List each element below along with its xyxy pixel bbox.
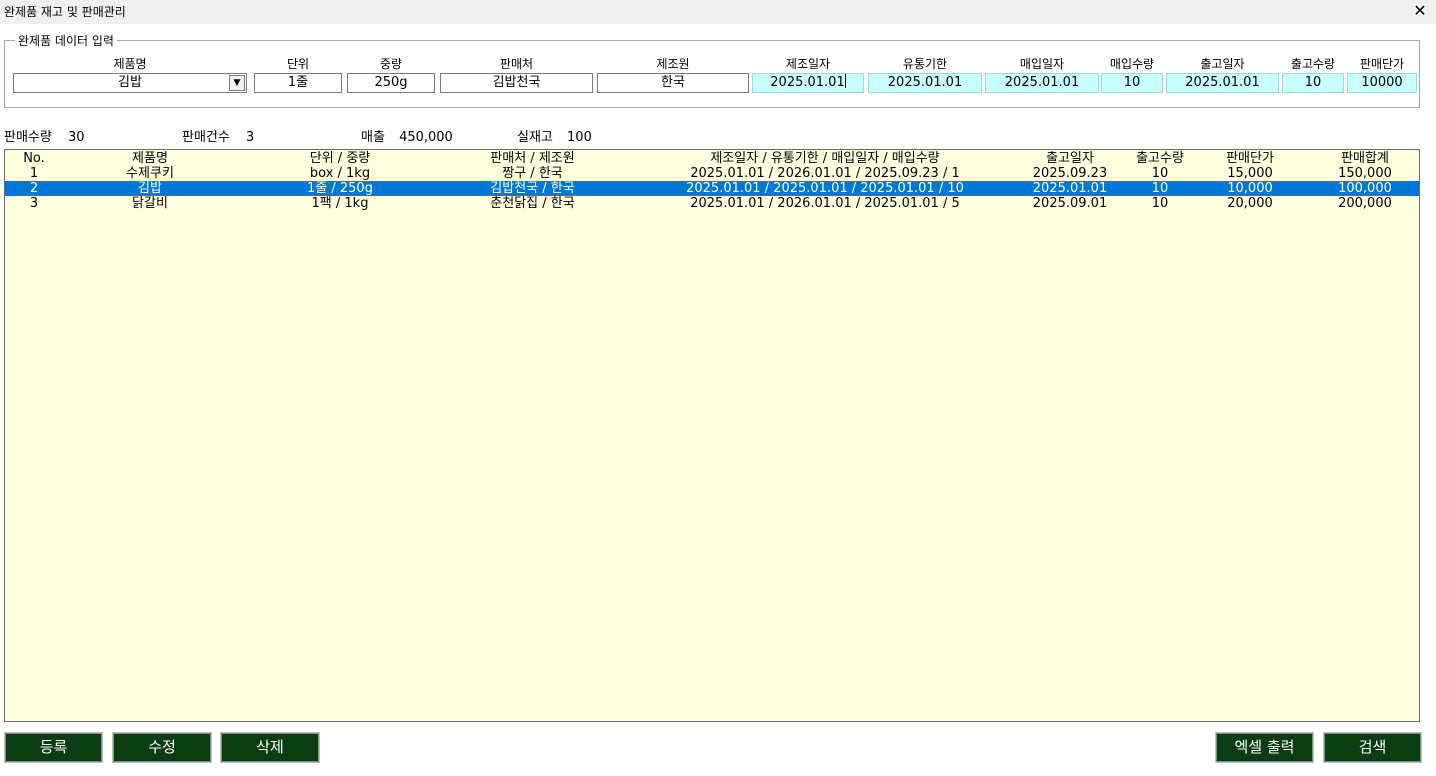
purchase-qty-input[interactable]: 10 <box>1101 73 1163 93</box>
cell-ship-qty: 10 <box>1151 166 1169 181</box>
edit-button[interactable]: 수정 <box>112 732 212 763</box>
cell-ship-date: 2025.09.23 <box>1032 166 1108 181</box>
cell-total: 100,000 <box>1338 181 1392 196</box>
ship-date-label: 출고일자 <box>1200 57 1245 71</box>
excel-export-button[interactable]: 엑셀 출력 <box>1215 732 1314 763</box>
mfg-date-input[interactable]: 2025.01.01 <box>752 73 864 93</box>
cell-dates: 2025.01.01 / 2026.01.01 / 2025.09.23 / 1 <box>690 166 960 181</box>
table-row-selected[interactable]: 2 김밥 1줄 / 250g 김밥천국 / 한국 2025.01.01 / 20… <box>5 181 1419 196</box>
cell-unit-weight: 1팩 / 1kg <box>311 196 369 211</box>
cell-seller-origin: 김밥천국 / 한국 <box>490 181 575 196</box>
origin-label: 제조원 <box>656 57 690 71</box>
col-unit-price-header[interactable]: 판매단가 <box>1200 151 1300 166</box>
cell-unit-weight: 1줄 / 250g <box>307 181 373 196</box>
product-combobox-value: 김밥 <box>118 75 142 90</box>
cell-no: 2 <box>29 181 39 196</box>
sales-qty-value: 30 <box>67 130 85 145</box>
cell-no: 1 <box>29 166 39 181</box>
purchase-date-label: 매입일자 <box>1019 57 1065 71</box>
col-dates-header[interactable]: 제조일자 / 유통기한 / 매입일자 / 매입수량 <box>635 151 1015 166</box>
stock-summary: 실재고 100 <box>517 126 592 145</box>
cell-seller-origin: 춘천닭집 / 한국 <box>490 196 575 211</box>
col-no-header[interactable]: No. <box>9 151 59 166</box>
table-row[interactable]: 1 수제쿠키 box / 1kg 짱구 / 한국 2025.01.01 / 20… <box>5 166 1419 181</box>
register-button[interactable]: 등록 <box>4 732 103 763</box>
window-title: 완제품 재고 및 판매관리 <box>4 5 126 19</box>
cell-unit-weight: box / 1kg <box>309 166 371 181</box>
sales-qty-summary: 판매수량 30 <box>4 126 85 145</box>
origin-input[interactable]: 한국 <box>597 73 749 93</box>
close-icon[interactable]: ✕ <box>1410 1 1430 21</box>
col-ship-qty-header[interactable]: 출고수량 <box>1120 151 1200 166</box>
sales-count-summary: 판매건수 3 <box>182 126 254 145</box>
cell-dates: 2025.01.01 / 2026.01.01 / 2025.01.01 / 5 <box>690 196 960 211</box>
sales-count-label: 판매건수 <box>182 130 230 145</box>
ship-qty-input[interactable]: 10 <box>1282 73 1344 93</box>
col-name-header[interactable]: 제품명 <box>65 151 235 166</box>
product-label: 제품명 <box>113 57 147 71</box>
cell-total: 150,000 <box>1338 166 1392 181</box>
cell-unit-price: 10,000 <box>1227 181 1273 196</box>
table-row[interactable]: 3 닭갈비 1팩 / 1kg 춘천닭집 / 한국 2025.01.01 / 20… <box>5 196 1419 211</box>
group-legend: 완제품 데이터 입력 <box>15 32 117 49</box>
title-bar: 완제품 재고 및 판매관리 ✕ <box>0 0 1436 24</box>
cell-name: 김밥 <box>138 181 162 196</box>
revenue-summary: 매출 450,000 <box>361 126 453 145</box>
col-ship-date-header[interactable]: 출고일자 <box>1020 151 1120 166</box>
cell-name: 닭갈비 <box>132 196 168 211</box>
unit-input[interactable]: 1줄 <box>254 73 342 93</box>
expiry-input[interactable]: 2025.01.01 <box>868 73 982 93</box>
col-unit-weight-header[interactable]: 단위 / 중량 <box>255 151 425 166</box>
ship-qty-label: 출고수량 <box>1290 57 1336 71</box>
cell-unit-price: 20,000 <box>1227 196 1273 211</box>
cell-ship-qty: 10 <box>1151 181 1169 196</box>
delete-button[interactable]: 삭제 <box>220 732 320 763</box>
revenue-value: 450,000 <box>399 130 453 145</box>
col-seller-origin-header[interactable]: 판매처 / 제조원 <box>435 151 630 166</box>
product-combobox[interactable]: 김밥 ▼ <box>13 73 247 93</box>
weight-label: 중량 <box>379 57 403 71</box>
search-button[interactable]: 검색 <box>1323 732 1422 763</box>
cell-name: 수제쿠키 <box>126 166 174 181</box>
mfg-date-value: 2025.01.01 <box>770 75 845 90</box>
purchase-qty-label: 매입수량 <box>1109 57 1155 71</box>
sales-count-value: 3 <box>245 130 255 145</box>
cell-ship-date: 2025.09.01 <box>1032 196 1108 211</box>
seller-label: 판매처 <box>499 57 534 71</box>
product-list[interactable]: No. 제품명 단위 / 중량 판매처 / 제조원 제조일자 / 유통기한 / … <box>4 149 1420 722</box>
unit-label: 단위 <box>286 57 310 71</box>
cell-total: 200,000 <box>1338 196 1392 211</box>
unit-price-input[interactable]: 10000 <box>1347 73 1417 93</box>
seller-input[interactable]: 김밥천국 <box>440 73 593 93</box>
stock-label: 실재고 <box>517 130 553 145</box>
cell-ship-date: 2025.01.01 <box>1032 181 1108 196</box>
cell-seller-origin: 짱구 / 한국 <box>502 166 563 181</box>
list-header: No. 제품명 단위 / 중량 판매처 / 제조원 제조일자 / 유통기한 / … <box>5 151 1419 166</box>
mfg-date-label: 제조일자 <box>785 57 831 71</box>
unit-price-label: 판매단가 <box>1359 57 1405 71</box>
col-total-header[interactable]: 판매합계 <box>1310 151 1419 166</box>
purchase-date-input[interactable]: 2025.01.01 <box>985 73 1099 93</box>
revenue-label: 매출 <box>361 130 385 145</box>
weight-input[interactable]: 250g <box>347 73 435 93</box>
cell-ship-qty: 10 <box>1151 196 1169 211</box>
expiry-label: 유통기한 <box>902 57 948 71</box>
ship-date-input[interactable]: 2025.01.01 <box>1166 73 1279 93</box>
cell-unit-price: 15,000 <box>1227 166 1273 181</box>
stock-value: 100 <box>567 130 592 145</box>
cell-no: 3 <box>29 196 39 211</box>
sales-qty-label: 판매수량 <box>4 130 52 145</box>
chevron-down-icon[interactable]: ▼ <box>229 75 245 91</box>
text-caret <box>844 74 846 88</box>
cell-dates: 2025.01.01 / 2025.01.01 / 2025.01.01 / 1… <box>686 181 964 196</box>
